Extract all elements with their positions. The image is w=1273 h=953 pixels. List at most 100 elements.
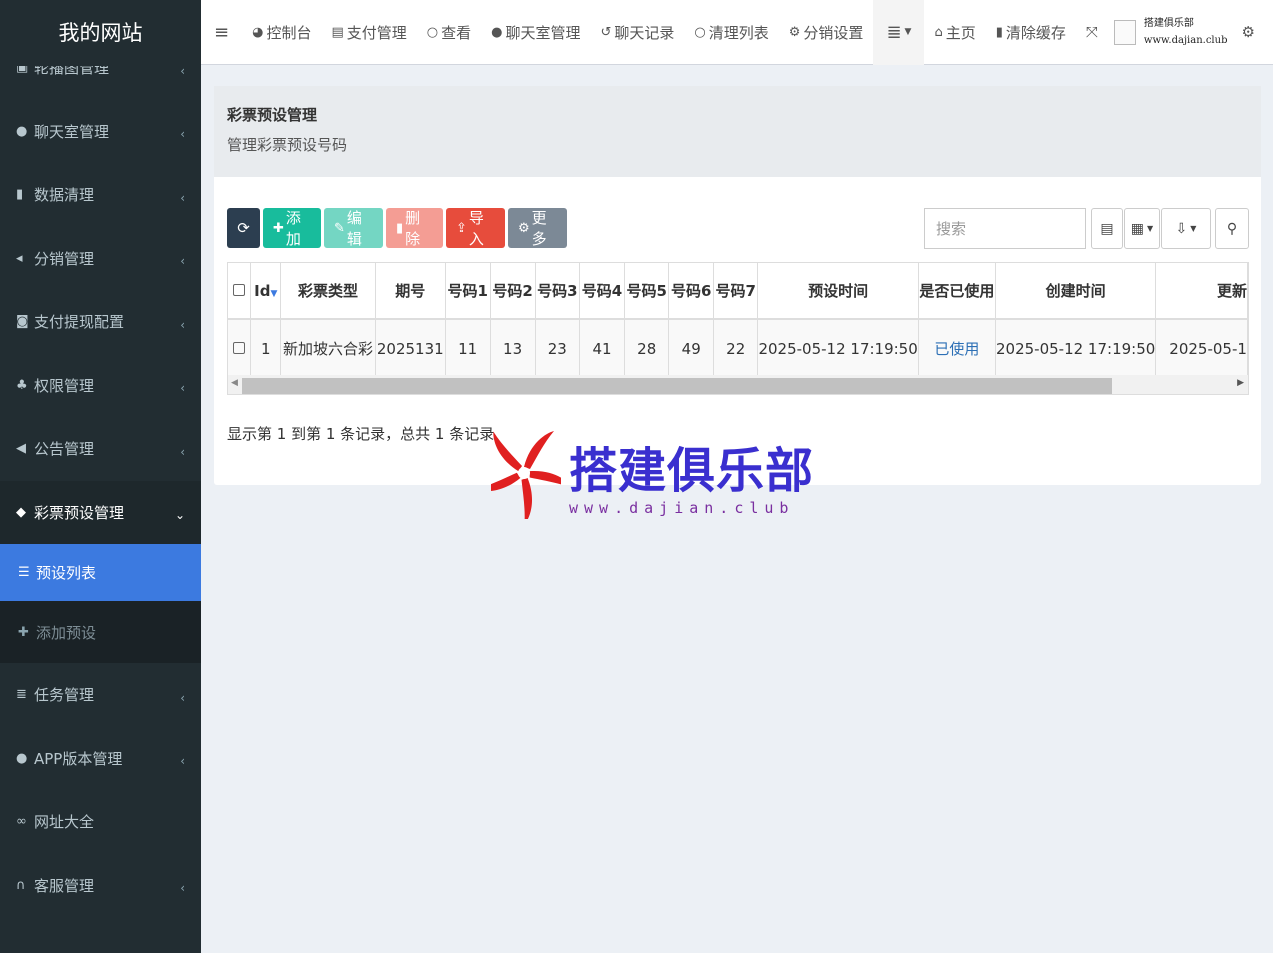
sidebar-item-label: 彩票预设管理 (34, 503, 125, 522)
sidebar-item-distribution[interactable]: ◂ 分销管理 ‹ (0, 227, 201, 291)
tag-icon: ◆ (16, 504, 26, 520)
column-header-number4: 号码4 (579, 263, 625, 320)
data-table: Id▼ 彩票类型 期号 号码1 号码2 号码3 号码4 号码5 号码6 号码7 … (227, 262, 1249, 395)
sidebar-item-lottery-preset[interactable]: ◆ 彩票预设管理 ⌄ (0, 480, 201, 544)
nav-tab-view[interactable]: ○ 查看 (417, 0, 481, 65)
users-icon: ♣ (16, 377, 28, 393)
sidebar-subitem-add-preset[interactable]: ✚ 添加预设 (0, 601, 201, 663)
user-site: www.dajian.club (1143, 35, 1228, 46)
cell-number3: 23 (535, 319, 581, 377)
watermark-logo: 搭建俱乐部 www.dajian.club (475, 427, 813, 525)
column-header-number5: 号码5 (624, 263, 670, 320)
fullscreen-button[interactable]: ⤧ (1076, 0, 1108, 65)
dashboard-icon: ◕ (252, 24, 264, 40)
table-row[interactable]: 1 新加坡六合彩 2025131 11 13 23 41 28 49 22 20… (228, 319, 1248, 377)
search-button[interactable]: ⚲ (1215, 208, 1249, 249)
nav-tab-chat-history[interactable]: ↺ 聊天记录 (590, 0, 684, 65)
caret-down-icon: ▼ (904, 27, 912, 37)
sidebar: ▣ 轮播图管理 ‹ ● 聊天室管理 ‹ ▮ 数据清理 ‹ ◂ 分销管理 ‹ ◙ 支付提现配置 ‹ ♣… (0, 0, 201, 953)
nav-more-dropdown[interactable]: ≣ ▼ (873, 0, 925, 65)
select-all-checkbox-cell[interactable] (228, 263, 252, 320)
plus-icon: ✚ (273, 220, 284, 236)
clear-cache-label: 清除缓存 (1005, 23, 1066, 42)
more-button[interactable]: ⚙ 更多 (508, 208, 567, 248)
search-input[interactable]: 搜索 (924, 208, 1086, 249)
column-header-issue: 期号 (375, 263, 446, 320)
sidebar-item-label: 数据清理 (34, 186, 95, 205)
column-header-id[interactable]: Id▼ (250, 263, 282, 320)
column-header-number6: 号码6 (668, 263, 714, 320)
cell-used-status[interactable]: 已使用 (918, 319, 996, 377)
nav-tab-distribution-settings[interactable]: ⚙ 分销设置 (779, 0, 874, 65)
import-button[interactable]: ⇪ 导入 (446, 208, 505, 248)
clear-cache-button[interactable]: ▮ 清除缓存 (986, 0, 1076, 65)
settings-button[interactable]: ⚙ (1233, 0, 1262, 65)
expand-icon: ⤧ (1085, 23, 1098, 41)
comment-icon: ● (491, 24, 503, 40)
horizontal-scrollbar[interactable]: ◀ ▶ (228, 375, 1248, 394)
row-checkbox-cell[interactable] (228, 319, 252, 377)
edit-button[interactable]: ✎ 编辑 (324, 208, 383, 248)
user-menu[interactable]: 搭建俱乐部 www.dajian.club (1108, 15, 1234, 49)
chevron-left-icon: ‹ (180, 444, 185, 459)
sidebar-item-tasks[interactable]: ≣ 任务管理 ‹ (0, 663, 201, 727)
sidebar-item-label: 支付提现配置 (34, 313, 125, 332)
nav-tab-clean-list[interactable]: ○ 清理列表 (684, 0, 778, 65)
watermark-url: www.dajian.club (569, 499, 795, 517)
sidebar-item-customer-service[interactable]: ∩ 客服管理 ‹ (0, 854, 201, 918)
cell-number2: 13 (490, 319, 536, 377)
toggle-view-button[interactable]: ▤ (1091, 208, 1123, 249)
bullhorn-icon: ◀ (16, 441, 26, 457)
watermark-title: 搭建俱乐部 (569, 443, 815, 499)
chevron-left-icon: ‹ (180, 381, 185, 396)
column-header-label: Id (254, 281, 271, 300)
user-name: 搭建俱乐部 (1143, 18, 1194, 29)
columns-icon: ▦ (1130, 220, 1145, 237)
caret-down-icon: ▼ (1147, 224, 1154, 233)
trash-icon: ▮ (995, 24, 1003, 40)
chevron-down-icon: ⌄ (174, 508, 185, 523)
delete-button[interactable]: ▮ 删除 (386, 208, 443, 248)
sidebar-item-links[interactable]: ∞ 网址大全 (0, 790, 201, 854)
nav-tab-chatroom[interactable]: ● 聊天室管理 (481, 0, 590, 65)
sidebar-item-label: 公告管理 (34, 440, 95, 459)
chevron-left-icon: ‹ (180, 754, 185, 769)
columns-dropdown-button[interactable]: ▦ ▼ (1124, 208, 1160, 249)
nav-tab-label: 清理列表 (708, 23, 769, 42)
sidebar-item-announcement[interactable]: ◀ 公告管理 ‹ (0, 417, 201, 481)
column-header-number3: 号码3 (535, 263, 581, 320)
export-dropdown-button[interactable]: ⇩ ▼ (1161, 208, 1211, 249)
nav-tab-label: 支付管理 (346, 23, 407, 42)
pagination-summary: 显示第 1 到第 1 条记录，总共 1 条记录 (227, 425, 495, 443)
sidebar-item-chatroom[interactable]: ● 聊天室管理 ‹ (0, 100, 201, 164)
site-logo[interactable]: 我的网站 (0, 0, 201, 66)
sidebar-item-permissions[interactable]: ♣ 权限管理 ‹ (0, 354, 201, 418)
nav-tab-label: 聊天室管理 (505, 23, 581, 42)
scrollbar-thumb[interactable] (242, 378, 1112, 394)
sidebar-item-label: 客服管理 (34, 876, 95, 895)
cell-number6: 49 (668, 319, 714, 377)
sidebar-item-app-version[interactable]: ● APP版本管理 ‹ (0, 727, 201, 791)
used-status-label[interactable]: 已使用 (934, 340, 979, 358)
sidebar-item-label: 预设列表 (36, 564, 97, 582)
select-all-checkbox[interactable] (233, 283, 246, 296)
cell-number7: 22 (713, 319, 759, 377)
sidebar-subitem-preset-list[interactable]: ☰ 预设列表 (0, 544, 201, 601)
sidebar-item-payment-config[interactable]: ◙ 支付提现配置 ‹ (0, 290, 201, 354)
scroll-right-arrow-icon[interactable]: ▶ (1237, 378, 1244, 388)
row-checkbox[interactable] (233, 341, 246, 354)
cell-preset-time: 2025-05-12 17:19:50 (757, 319, 919, 377)
sidebar-toggle-button[interactable]: ≡ (201, 0, 242, 65)
refresh-button[interactable]: ⟳ (227, 208, 260, 248)
column-header-number7: 号码7 (713, 263, 759, 320)
sidebar-item-data-clean[interactable]: ▮ 数据清理 ‹ (0, 163, 201, 227)
add-button[interactable]: ✚ 添加 (263, 208, 321, 248)
comment-icon: ● (16, 123, 28, 139)
sidebar-item-label: APP版本管理 (34, 749, 123, 768)
nav-tab-dashboard[interactable]: ◕ 控制台 (242, 0, 321, 65)
server-icon: ≣ (16, 687, 27, 703)
nav-tab-payment[interactable]: ▤ 支付管理 (321, 0, 416, 65)
chevron-left-icon: ‹ (180, 690, 185, 705)
scroll-left-arrow-icon[interactable]: ◀ (231, 378, 238, 388)
home-button[interactable]: ⌂ 主页 (924, 0, 985, 65)
